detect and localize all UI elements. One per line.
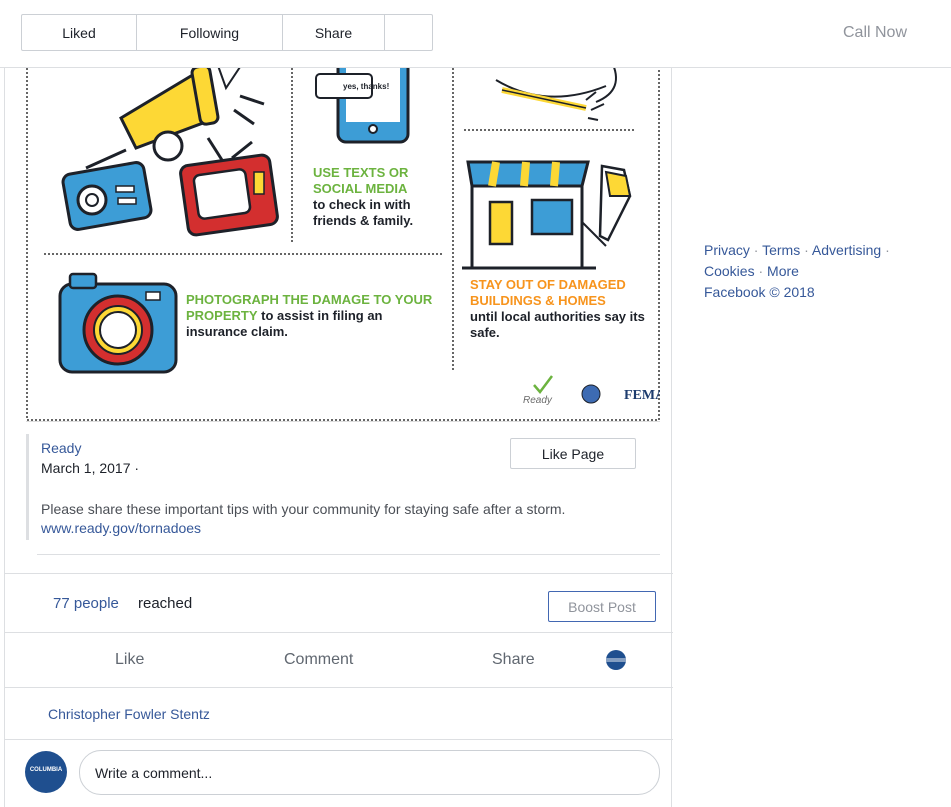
reach-count-link[interactable]: 77 people (53, 595, 119, 612)
ready-logo: Ready (523, 395, 552, 406)
post-as-avatar[interactable] (606, 650, 626, 670)
television-icon (179, 137, 279, 237)
privacy-link[interactable]: Privacy (704, 242, 750, 258)
damaged-house-icon (462, 160, 632, 270)
avatar[interactable]: COLUMBIA (25, 751, 67, 793)
page-root: yes, thanks! USE TEXTS OR SOCIAL MEDIA t… (0, 0, 951, 807)
post-card: yes, thanks! USE TEXTS OR SOCIAL MEDIA t… (4, 0, 673, 807)
avatar-label: COLUMBIA (29, 767, 63, 773)
more-options-button[interactable] (385, 15, 432, 50)
photo-tip: PHOTOGRAPH THE DAMAGE TO YOUR PROPERTY t… (186, 292, 441, 340)
fema-seal-icon (581, 384, 601, 404)
ready-check-icon (533, 375, 553, 394)
stay-out-tip: STAY OUT OF DAMAGED BUILDINGS & HOMES un… (470, 277, 650, 341)
phone-icon (315, 54, 410, 144)
shared-post-date: March 1, 2017 · (41, 460, 140, 476)
copyright: Facebook © 2018 (704, 284, 815, 300)
stay-out-tip-title: STAY OUT OF DAMAGED BUILDINGS & HOMES (470, 277, 626, 308)
cookies-link[interactable]: Cookies (704, 263, 755, 279)
footer-links: Privacy · Terms · Advertising · Cookies … (704, 240, 936, 303)
page-action-bar: Liked Following Share Call Now (0, 0, 951, 68)
texts-tip: USE TEXTS OR SOCIAL MEDIA to check in wi… (313, 165, 453, 229)
shared-page-name[interactable]: Ready (41, 440, 81, 456)
shared-post-text: Please share these important tips with y… (41, 501, 566, 517)
liked-button[interactable]: Liked (22, 15, 137, 50)
following-button[interactable]: Following (137, 15, 283, 50)
chat-bubble-text: yes, thanks! (343, 82, 390, 91)
texts-tip-body: to check in with friends & family. (313, 197, 414, 228)
separator: · (753, 242, 759, 258)
texts-tip-title: USE TEXTS OR SOCIAL MEDIA (313, 165, 409, 196)
more-link[interactable]: More (767, 263, 799, 279)
commenter-row: Christopher Fowler Stentz (5, 688, 673, 740)
comment-button[interactable]: Comment (284, 651, 353, 669)
like-page-button[interactable]: Like Page (510, 438, 636, 469)
shared-post-body: Please share these important tips with y… (41, 500, 651, 538)
like-button[interactable]: Like (115, 651, 144, 669)
separator: · (804, 242, 809, 258)
share-page-button[interactable]: Share (283, 15, 385, 50)
downed-powerline-icon (495, 59, 617, 121)
comment-input[interactable] (79, 750, 660, 795)
advertising-link[interactable]: Advertising (812, 242, 881, 258)
reach-label: reached (138, 595, 193, 612)
boost-post-button[interactable]: Boost Post (548, 591, 656, 622)
separator: · (758, 263, 764, 279)
commenter-name-link[interactable]: Christopher Fowler Stentz (48, 706, 210, 722)
call-now-button[interactable]: Call Now (820, 24, 930, 42)
share-button[interactable]: Share (492, 651, 535, 669)
separator: · (885, 242, 890, 258)
shared-post-link[interactable]: www.ready.gov/tornadoes (41, 520, 201, 536)
stay-out-tip-body: until local authorities say its safe. (470, 309, 645, 340)
divider (37, 554, 660, 555)
post-actions: Like Comment Share (5, 632, 673, 688)
fema-logo: FEMA (624, 388, 660, 403)
camera-icon (58, 272, 178, 374)
terms-link[interactable]: Terms (762, 242, 800, 258)
shared-post-attribution: Ready March 1, 2017 · Like Page Please s… (26, 434, 660, 540)
radio-icon (61, 148, 153, 231)
reach-row: 77 people reached Boost Post (5, 573, 673, 633)
page-action-group: Liked Following Share (21, 14, 433, 51)
